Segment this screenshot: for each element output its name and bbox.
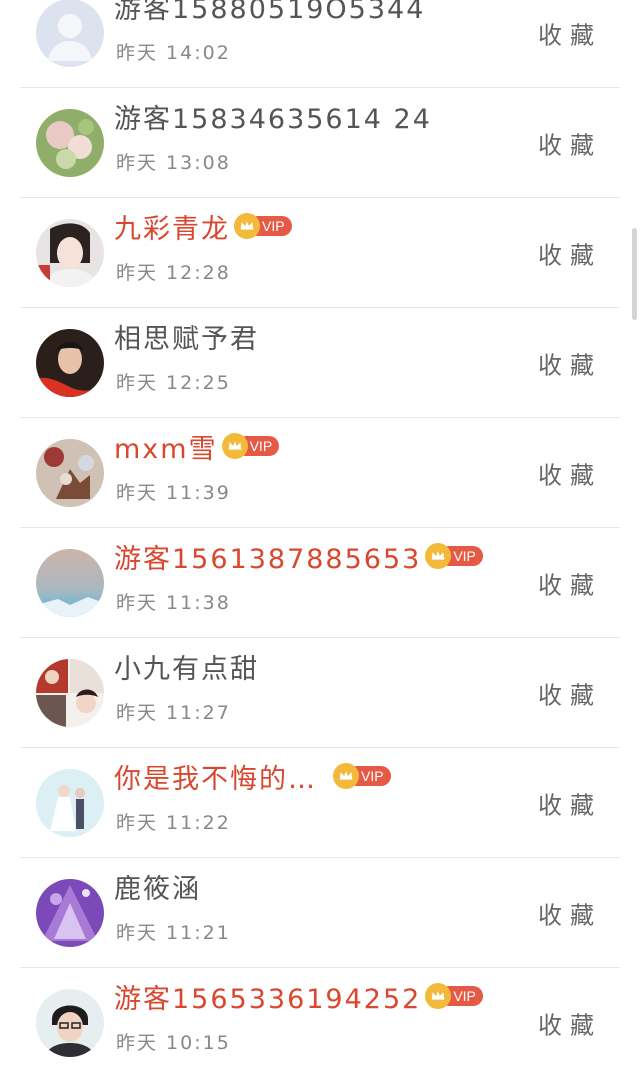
woman-photo-avatar-icon[interactable] bbox=[36, 219, 104, 287]
favorite-button[interactable]: 收藏 bbox=[538, 896, 602, 931]
couple-photo-avatar-icon[interactable] bbox=[36, 769, 104, 837]
list-item[interactable]: 游客1565336194252 VIP 昨天 10:15 收藏 bbox=[0, 968, 640, 1078]
default-user-avatar-icon[interactable] bbox=[36, 0, 104, 67]
visitor-name: 游客15880519O5344 bbox=[114, 0, 426, 25]
favorite-button[interactable]: 收藏 bbox=[538, 346, 602, 381]
visitor-name: 你是我不悔的… bbox=[114, 763, 317, 795]
list-item[interactable]: 鹿筱涵 昨天 11:21 收藏 bbox=[0, 858, 640, 968]
visit-time: 昨天 13:08 bbox=[116, 152, 231, 174]
favorite-button[interactable]: 收藏 bbox=[538, 1006, 602, 1041]
vip-badge: VIP bbox=[221, 433, 280, 459]
visit-time: 昨天 11:21 bbox=[116, 922, 231, 944]
favorite-button[interactable]: 收藏 bbox=[538, 786, 602, 821]
vip-badge: VIP bbox=[425, 543, 483, 569]
art-photo-avatar-icon[interactable] bbox=[36, 439, 104, 507]
vip-badge: VIP bbox=[234, 213, 292, 239]
favorite-button[interactable]: 收藏 bbox=[538, 236, 602, 271]
favorite-button[interactable]: 收藏 bbox=[538, 456, 602, 491]
visit-time: 昨天 11:27 bbox=[116, 702, 231, 724]
visitor-name: 游客1565336194252 bbox=[114, 983, 422, 1015]
list-item[interactable]: 相思赋予君 昨天 12:25 收藏 bbox=[0, 308, 640, 418]
list-item[interactable]: mxm雪 VIP 昨天 11:39 收藏 bbox=[0, 418, 640, 528]
visit-time: 昨天 11:38 bbox=[116, 592, 231, 614]
sky-photo-avatar-icon[interactable] bbox=[36, 549, 104, 617]
visit-time: 昨天 11:39 bbox=[116, 482, 231, 504]
vip-badge: VIP bbox=[333, 763, 391, 789]
list-item[interactable]: 九彩青龙 VIP 昨天 12:28 收藏 bbox=[0, 198, 640, 308]
visitor-name: 鹿筱涵 bbox=[114, 873, 201, 905]
boy-photo-avatar-icon[interactable] bbox=[36, 989, 104, 1057]
visit-time: 昨天 12:28 bbox=[116, 262, 231, 284]
visit-time: 昨天 11:22 bbox=[116, 812, 231, 834]
flower-photo-avatar-icon[interactable] bbox=[36, 109, 104, 177]
visit-time: 昨天 14:02 bbox=[116, 42, 231, 64]
visitor-name: 九彩青龙 bbox=[114, 213, 230, 245]
list-item[interactable]: 游客15834635614 24 昨天 13:08 收藏 bbox=[0, 88, 640, 198]
visitor-name: 游客15834635614 24 bbox=[114, 103, 432, 135]
man-photo-avatar-icon[interactable] bbox=[36, 329, 104, 397]
visit-time: 昨天 12:25 bbox=[116, 372, 231, 394]
list-item[interactable]: 游客1561387885653 VIP 昨天 11:38 收藏 bbox=[0, 528, 640, 638]
crown-icon bbox=[234, 213, 260, 239]
visitor-name: mxm雪 bbox=[114, 433, 218, 465]
purple-photo-avatar-icon[interactable] bbox=[36, 879, 104, 947]
favorite-button[interactable]: 收藏 bbox=[538, 566, 602, 601]
visitor-name: 小九有点甜 bbox=[114, 653, 259, 685]
collage-photo-avatar-icon[interactable] bbox=[36, 659, 104, 727]
favorite-button[interactable]: 收藏 bbox=[538, 16, 602, 51]
crown-icon bbox=[221, 433, 248, 459]
visit-time: 昨天 10:15 bbox=[116, 1032, 231, 1054]
visitor-name: 游客1561387885653 bbox=[114, 543, 422, 575]
favorite-button[interactable]: 收藏 bbox=[538, 676, 602, 711]
list-item[interactable]: 游客15880519O5344 昨天 14:02 收藏 bbox=[0, 0, 640, 88]
scrollbar[interactable] bbox=[632, 228, 637, 320]
vip-badge: VIP bbox=[425, 983, 483, 1009]
list-item[interactable]: 小九有点甜 昨天 11:27 收藏 bbox=[0, 638, 640, 748]
crown-icon bbox=[333, 763, 359, 789]
list-item[interactable]: 你是我不悔的… VIP 昨天 11:22 收藏 bbox=[0, 748, 640, 858]
visitor-name: 相思赋予君 bbox=[114, 323, 259, 355]
favorite-button[interactable]: 收藏 bbox=[538, 126, 602, 161]
